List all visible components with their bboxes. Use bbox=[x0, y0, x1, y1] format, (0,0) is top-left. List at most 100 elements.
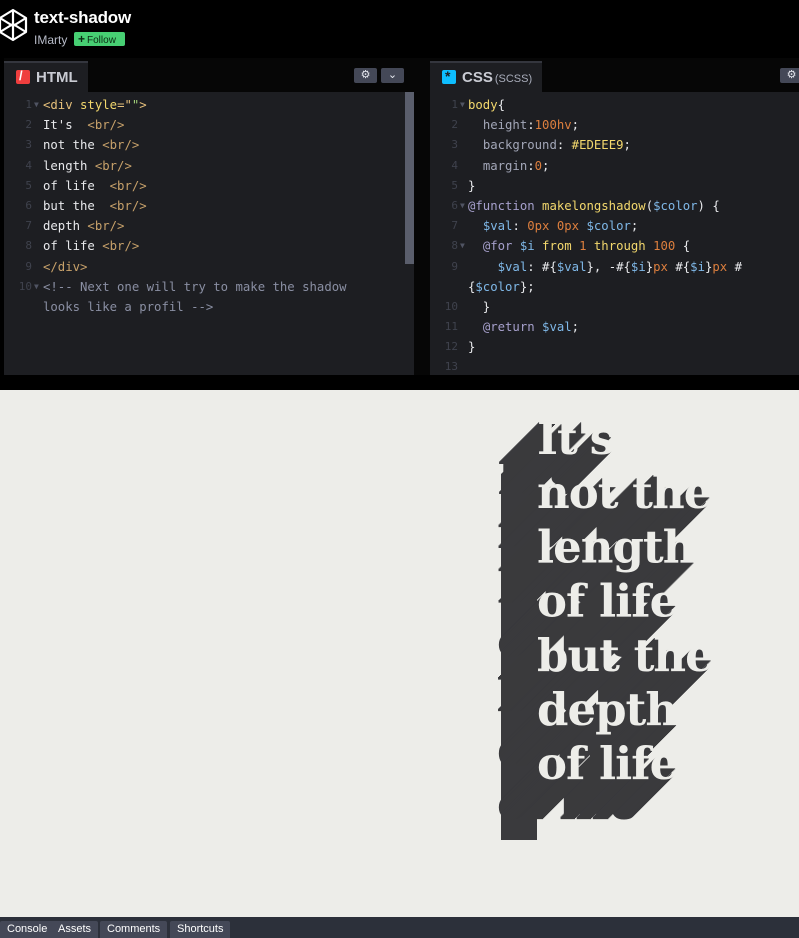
css-code-line[interactable]: 3 background: #EDEEE9; bbox=[430, 135, 799, 155]
result-text-line: of life bbox=[537, 575, 677, 628]
code-token: $color bbox=[586, 219, 631, 234]
code-token: }; bbox=[519, 279, 535, 294]
chevron-down-icon: ⌄ bbox=[387, 69, 398, 81]
code-token: : bbox=[556, 138, 572, 153]
code-token: px bbox=[653, 259, 668, 274]
code-token: @function bbox=[468, 198, 543, 213]
tab-css-preprocessor: (SCSS) bbox=[494, 73, 533, 85]
css-code-line[interactable]: 1 ▼ body{ bbox=[430, 95, 799, 115]
fold-arrow-icon[interactable]: ▼ bbox=[460, 236, 465, 256]
html-code-line[interactable]: 2 It's <br/> bbox=[4, 115, 414, 135]
line-number: 7 bbox=[25, 219, 32, 233]
gear-icon: ⚙ bbox=[360, 69, 371, 81]
html-code-line[interactable]: 1 ▼ <div style=""> bbox=[4, 95, 414, 115]
code-token: not the bbox=[43, 138, 103, 153]
css-code-line[interactable]: 7 $val: 0px 0px $color; bbox=[430, 216, 799, 236]
pen-author[interactable]: IMarty bbox=[34, 33, 67, 47]
css-code-line[interactable]: {$color}; bbox=[430, 277, 799, 297]
html-code-line[interactable]: 3 not the <br/> bbox=[4, 135, 414, 155]
result-text-line: of life bbox=[537, 737, 677, 790]
result-resize-handle[interactable] bbox=[0, 375, 799, 390]
code-token: ; bbox=[571, 118, 580, 133]
tab-css-label: CSS bbox=[462, 69, 493, 86]
css-code-line[interactable]: 5} bbox=[430, 176, 799, 196]
html-editor[interactable]: HTML ⚙ ⌄ 1▼<div style="">2It's <br/>3not… bbox=[4, 58, 414, 375]
result-preview: It's It's It's It's It's It's It's It's It's It's… bbox=[0, 390, 799, 917]
html-code-line[interactable]: 10 ▼ <!-- Next one will try to make the sh… bbox=[4, 277, 414, 297]
code-token: </div> bbox=[43, 259, 88, 274]
html-code-area[interactable]: 1 ▼ <div style=""> 2 It's <br/> 3 not the <br/… bbox=[4, 95, 414, 317]
css-code-line[interactable]: 13 bbox=[430, 357, 799, 375]
shortcuts-button[interactable]: Shortcuts bbox=[170, 921, 231, 938]
html-code-line[interactable]: 5 of life <br/> bbox=[4, 176, 414, 196]
code-token: from bbox=[534, 239, 580, 254]
editor-resize-handle[interactable] bbox=[414, 58, 430, 375]
codepen-logo-icon[interactable] bbox=[0, 8, 28, 42]
fold-arrow-icon[interactable]: ▼ bbox=[460, 95, 465, 115]
code-text: $val: 0px 0px $color; bbox=[468, 216, 639, 236]
html-code-line[interactable]: 4 length <br/> bbox=[4, 156, 414, 176]
css-settings-button[interactable]: ⚙ bbox=[780, 68, 799, 83]
css-code-line[interactable]: 4 margin:0; bbox=[430, 156, 799, 176]
html-code-line[interactable]: 6 but the <br/> bbox=[4, 196, 414, 216]
code-token: $color bbox=[653, 198, 698, 213]
css-code-line[interactable]: 10 } bbox=[430, 297, 799, 317]
code-token: <div bbox=[43, 98, 81, 112]
css-editor[interactable]: CSS(SCSS) ⚙ 1▼body{2 height:100hv;3 back… bbox=[430, 58, 799, 375]
html-code-line[interactable]: 8 of life <br/> bbox=[4, 236, 414, 256]
css-code-line[interactable]: 8 ▼ @for $i from 1 through 100 { bbox=[430, 236, 799, 256]
code-text: <!-- Next one will try to make the shado… bbox=[43, 277, 347, 297]
fold-arrow-icon[interactable]: ▼ bbox=[34, 277, 39, 297]
html-code-line[interactable]: 9 </div> bbox=[4, 257, 414, 277]
code-token: # bbox=[727, 259, 743, 274]
result-text-line: but the bbox=[537, 629, 713, 682]
line-number: 5 bbox=[25, 178, 32, 192]
code-token: #EDEEE9 bbox=[571, 138, 624, 153]
css-editor-tabbar: CSS(SCSS) ⚙ bbox=[430, 58, 799, 92]
css-code-area[interactable]: 1 ▼ body{2 height:100hv; 3 background: #EDE… bbox=[430, 95, 799, 375]
assets-button[interactable]: Assets bbox=[51, 921, 99, 938]
css-code-line[interactable]: 2 height:100hv; bbox=[430, 115, 799, 135]
css-code-line[interactable]: 12} bbox=[430, 337, 799, 357]
code-token: 0 bbox=[534, 158, 543, 173]
code-text: looks like a profil --> bbox=[43, 297, 213, 317]
code-token: #{ bbox=[667, 259, 691, 274]
result-text-line: It's bbox=[537, 412, 614, 465]
tab-css[interactable]: CSS(SCSS) bbox=[430, 61, 543, 92]
bottom-bar: Console Assets Comments Shortcuts bbox=[0, 917, 799, 938]
code-token: background bbox=[482, 138, 557, 153]
html-collapse-button[interactable]: ⌄ bbox=[381, 68, 404, 83]
html-settings-button[interactable]: ⚙ bbox=[354, 68, 377, 83]
css-code-line[interactable]: 9 $val: #{$val}, -#{$i}px #{$i}px # bbox=[430, 257, 799, 277]
code-token: <br/> bbox=[109, 178, 147, 193]
line-number: 10 bbox=[18, 279, 32, 293]
fold-arrow-icon[interactable]: ▼ bbox=[460, 196, 465, 216]
code-token: $val bbox=[556, 259, 587, 274]
line-number: 10 bbox=[444, 299, 458, 313]
gear-icon: ⚙ bbox=[786, 69, 797, 81]
html-editor-scrollbar[interactable] bbox=[405, 92, 414, 264]
tab-html-label: HTML bbox=[36, 69, 78, 86]
line-number: 6 bbox=[451, 198, 458, 212]
html-code-line[interactable]: looks like a profil --> bbox=[4, 297, 414, 317]
comments-button[interactable]: Comments bbox=[100, 921, 168, 938]
fold-arrow-icon[interactable]: ▼ bbox=[34, 95, 39, 115]
code-token: @for bbox=[482, 239, 520, 254]
css-code-line[interactable]: 6 ▼ @function makelongshadow($color) { bbox=[430, 196, 799, 216]
code-token: margin bbox=[482, 158, 528, 173]
html-code-line[interactable]: 7 depth <br/> bbox=[4, 216, 414, 236]
css-code-line[interactable]: 11 @return $val; bbox=[430, 317, 799, 337]
follow-label: Follow bbox=[87, 35, 116, 46]
html-editor-tabbar: HTML ⚙ ⌄ bbox=[4, 58, 414, 92]
code-token: ; bbox=[630, 219, 639, 234]
code-text: background: #EDEEE9; bbox=[468, 135, 631, 155]
tab-html[interactable]: HTML bbox=[4, 61, 88, 92]
console-button[interactable]: Console bbox=[0, 921, 55, 938]
pen-title[interactable]: text-shadow bbox=[34, 8, 131, 28]
follow-button[interactable]: + Follow bbox=[74, 32, 125, 46]
code-token: <br/> bbox=[109, 198, 147, 213]
code-text: It's <br/> bbox=[43, 115, 124, 135]
